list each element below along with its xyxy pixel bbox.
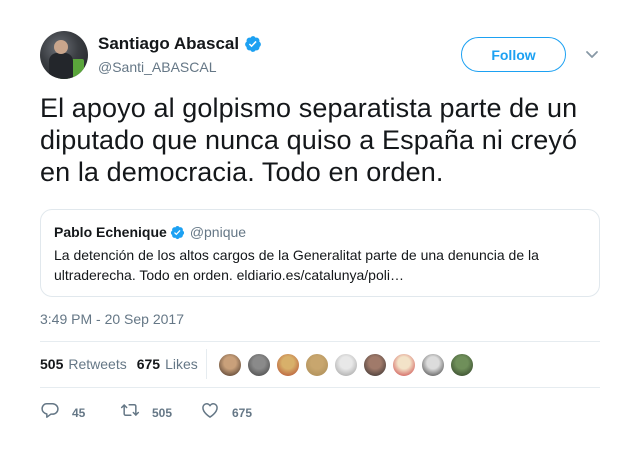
reply-action[interactable]: 45 bbox=[40, 400, 120, 425]
quoted-tweet-header: Pablo Echenique @pnique bbox=[54, 224, 246, 240]
like-count: 675 bbox=[232, 405, 253, 420]
chevron-down-icon[interactable] bbox=[584, 46, 600, 62]
retweet-count: 505 bbox=[152, 405, 173, 420]
liker-avatar[interactable] bbox=[218, 353, 242, 377]
retweets-count[interactable]: 505 bbox=[40, 356, 63, 372]
liker-avatar[interactable] bbox=[247, 353, 271, 377]
liker-avatar[interactable] bbox=[421, 353, 445, 377]
liker-avatars bbox=[218, 353, 479, 377]
author-handle[interactable]: @Santi_ABASCAL bbox=[98, 59, 217, 75]
quoted-author-handle: @pnique bbox=[189, 224, 247, 240]
liker-avatar[interactable] bbox=[276, 353, 300, 377]
avatar-figure-head bbox=[54, 40, 68, 54]
stats-divider-bottom bbox=[40, 387, 600, 388]
follow-button[interactable]: Follow bbox=[461, 37, 566, 72]
avatar-figure-body bbox=[49, 53, 73, 79]
verified-badge-icon bbox=[244, 35, 262, 53]
like-action[interactable]: 675 bbox=[200, 400, 280, 425]
liker-avatar[interactable] bbox=[363, 353, 387, 377]
likes-label[interactable]: Likes bbox=[165, 356, 198, 372]
heart-icon[interactable] bbox=[200, 400, 220, 425]
retweets-label[interactable]: Retweets bbox=[68, 356, 126, 372]
verified-badge-icon bbox=[170, 225, 185, 240]
liker-avatar[interactable] bbox=[334, 353, 358, 377]
tweet-stats: 505 Retweets 675 Likes bbox=[40, 356, 198, 372]
author-name-row[interactable]: Santiago Abascal bbox=[98, 34, 262, 54]
stats-separator bbox=[206, 349, 207, 379]
author-avatar[interactable] bbox=[40, 31, 88, 79]
author-display-name[interactable]: Santiago Abascal bbox=[98, 34, 239, 54]
tweet-card: Santiago Abascal @Santi_ABASCAL Follow E… bbox=[0, 0, 640, 450]
retweet-icon[interactable] bbox=[120, 400, 140, 425]
stats-divider-top bbox=[40, 341, 600, 342]
quoted-author-name: Pablo Echenique bbox=[54, 224, 167, 240]
quoted-tweet[interactable]: Pablo Echenique @pnique La detención de … bbox=[40, 209, 600, 297]
likes-count[interactable]: 675 bbox=[137, 356, 160, 372]
liker-avatar[interactable] bbox=[305, 353, 329, 377]
quoted-tweet-text: La detención de los altos cargos de la G… bbox=[54, 247, 539, 283]
liker-avatar[interactable] bbox=[450, 353, 474, 377]
reply-icon[interactable] bbox=[40, 400, 60, 425]
tweet-text: El apoyo al golpismo separatista parte d… bbox=[40, 93, 578, 187]
tweet-timestamp[interactable]: 3:49 PM - 20 Sep 2017 bbox=[40, 311, 184, 327]
retweet-action[interactable]: 505 bbox=[120, 400, 200, 425]
action-bar: 45 505 675 bbox=[40, 400, 280, 425]
reply-count: 45 bbox=[72, 405, 86, 420]
liker-avatar[interactable] bbox=[392, 353, 416, 377]
